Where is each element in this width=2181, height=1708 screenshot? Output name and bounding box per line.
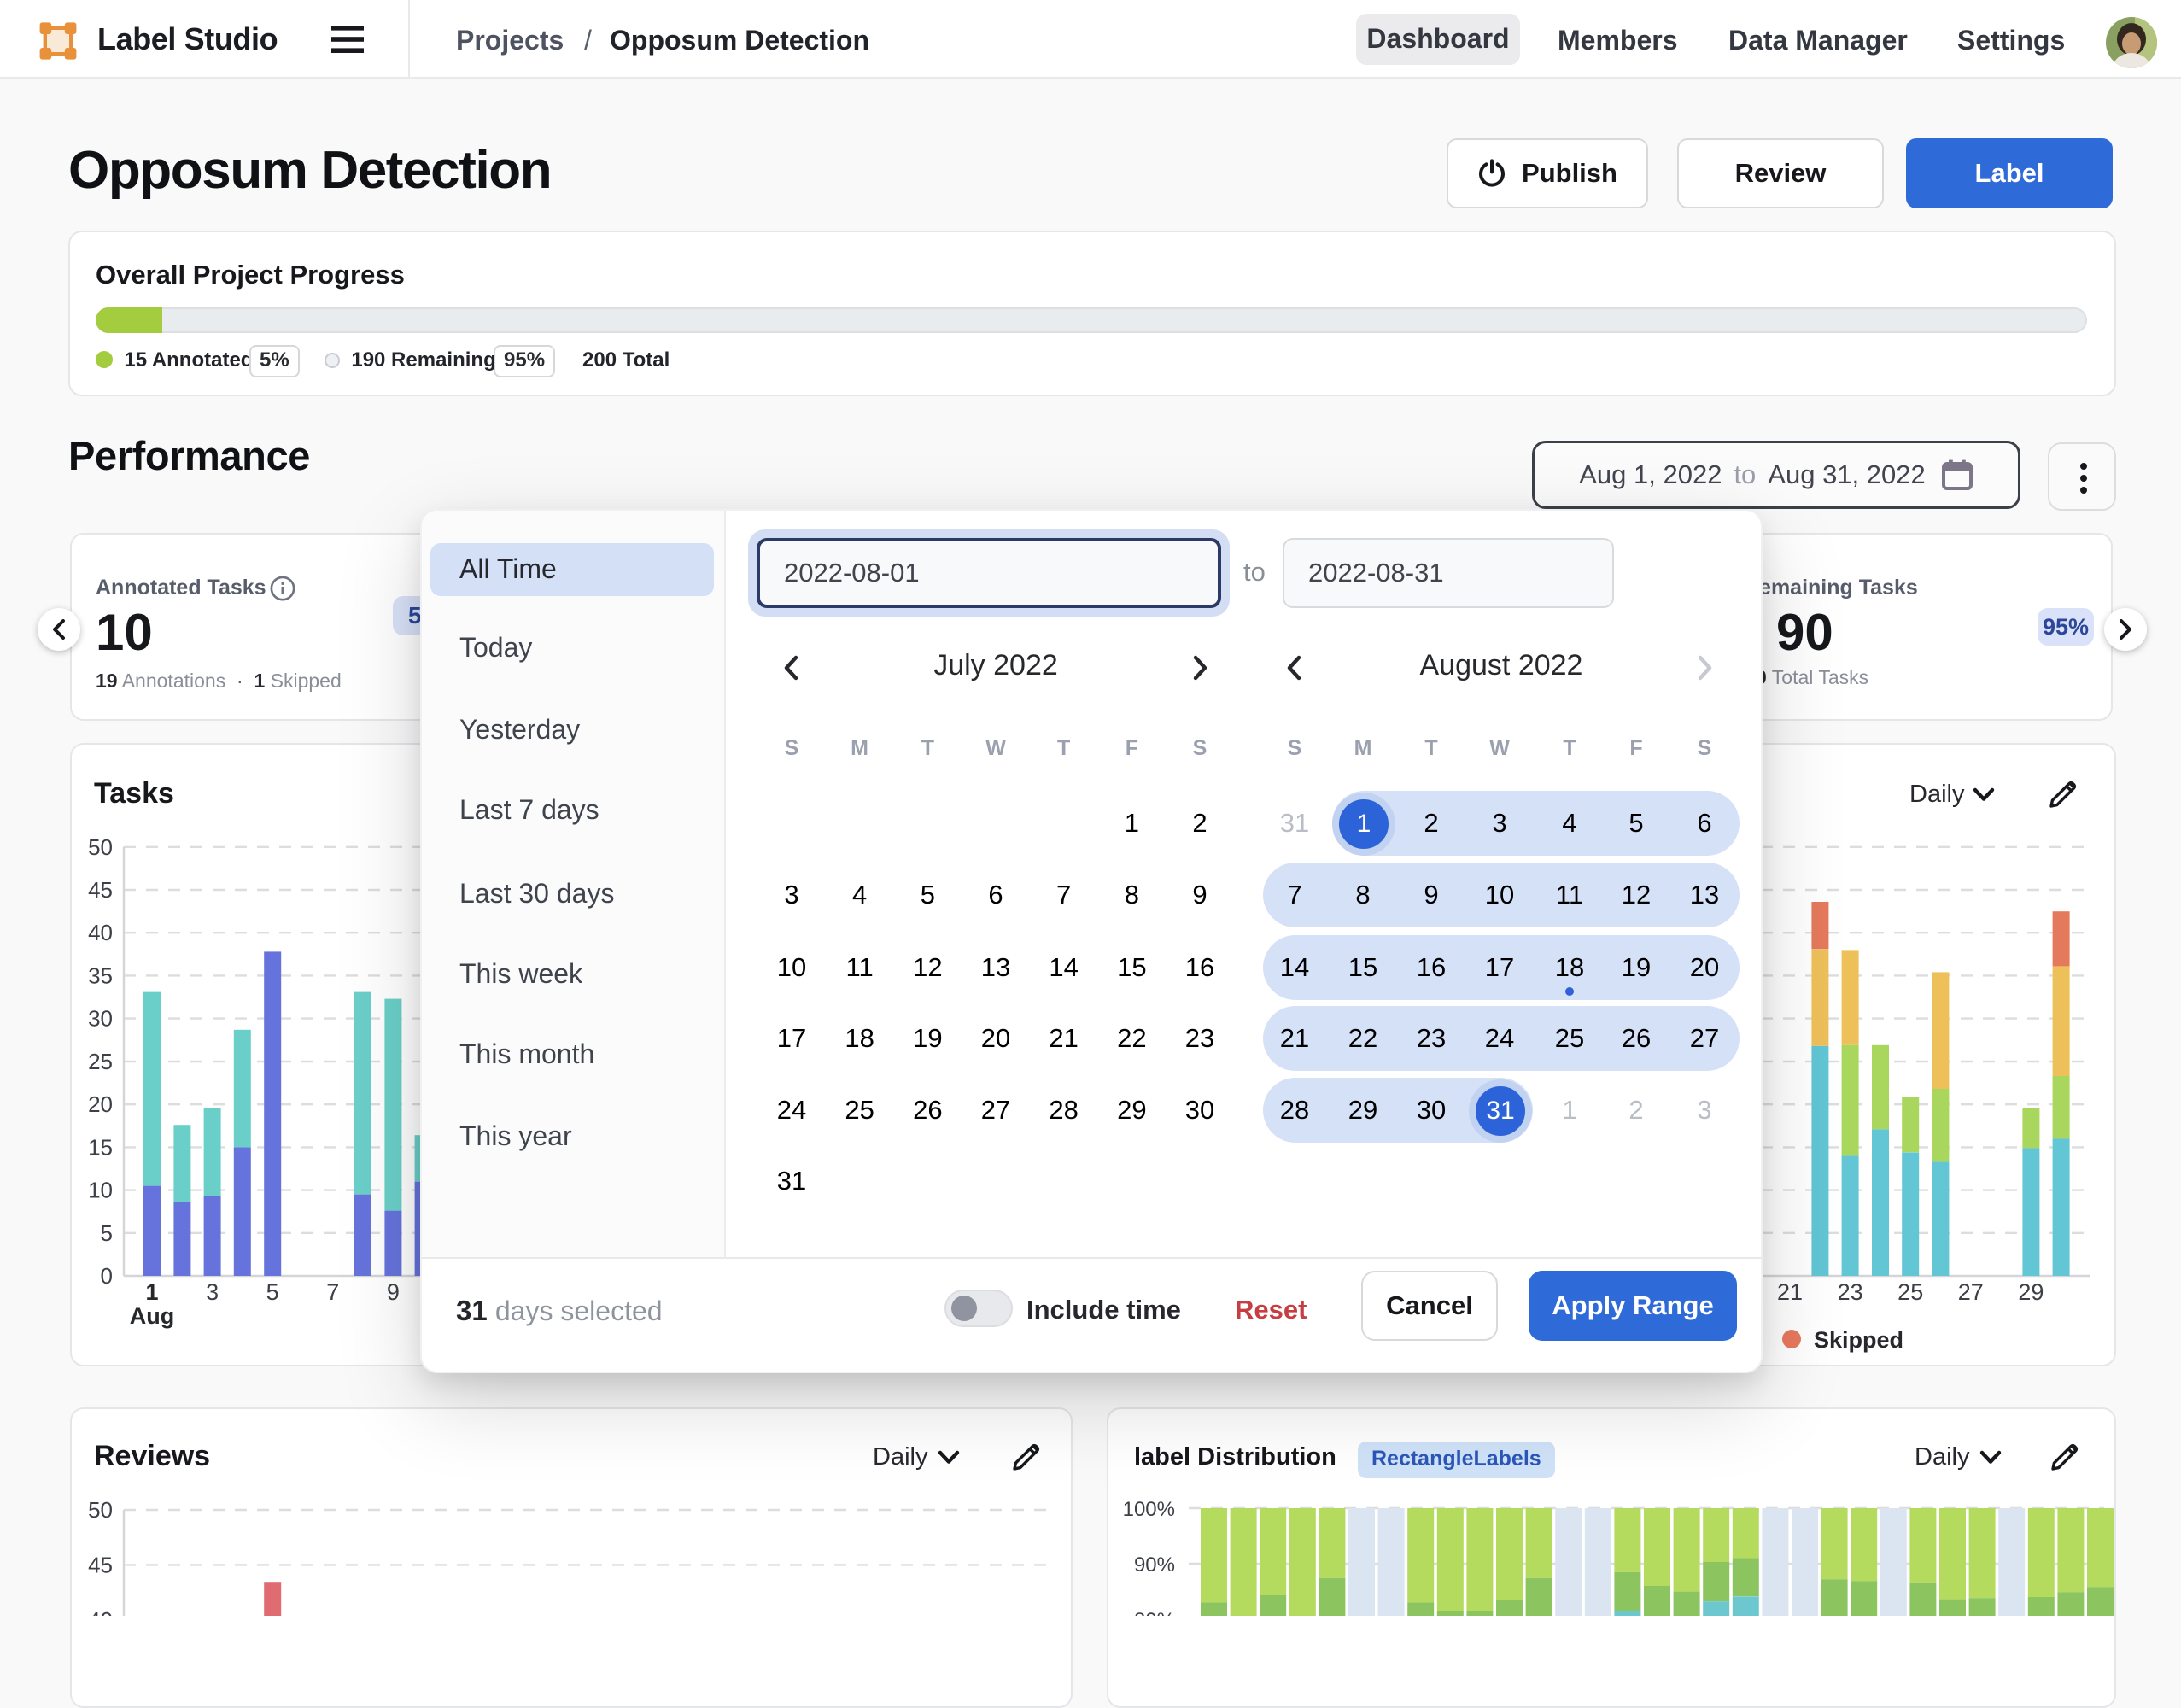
svg-text:100%: 100% xyxy=(1123,1498,1175,1521)
svg-text:80%: 80% xyxy=(1134,1609,1175,1616)
svg-text:90%: 90% xyxy=(1134,1553,1175,1576)
